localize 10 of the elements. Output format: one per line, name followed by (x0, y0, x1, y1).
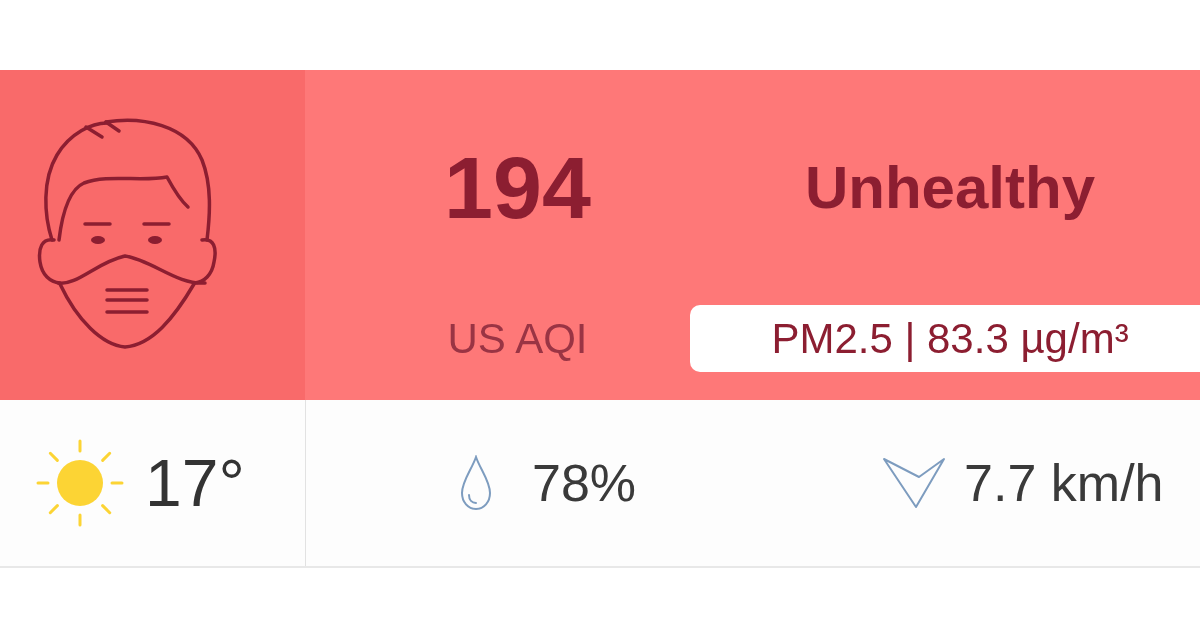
aqi-status: Unhealthy (803, 157, 1095, 218)
wind-speed-text: 7.7 km/h (964, 457, 1164, 509)
pollutant-reading: PM2.5 | 83.3 µg/m³ (690, 305, 1200, 372)
aqi-scale-label: US AQI (447, 317, 588, 360)
droplet-icon (460, 455, 492, 511)
arrowhead-icon (882, 457, 947, 509)
temperature-text: 17° (145, 450, 245, 516)
aqi-value: 194 (444, 143, 591, 232)
sun-icon (35, 438, 125, 528)
humidity-text: 78% (532, 457, 637, 509)
